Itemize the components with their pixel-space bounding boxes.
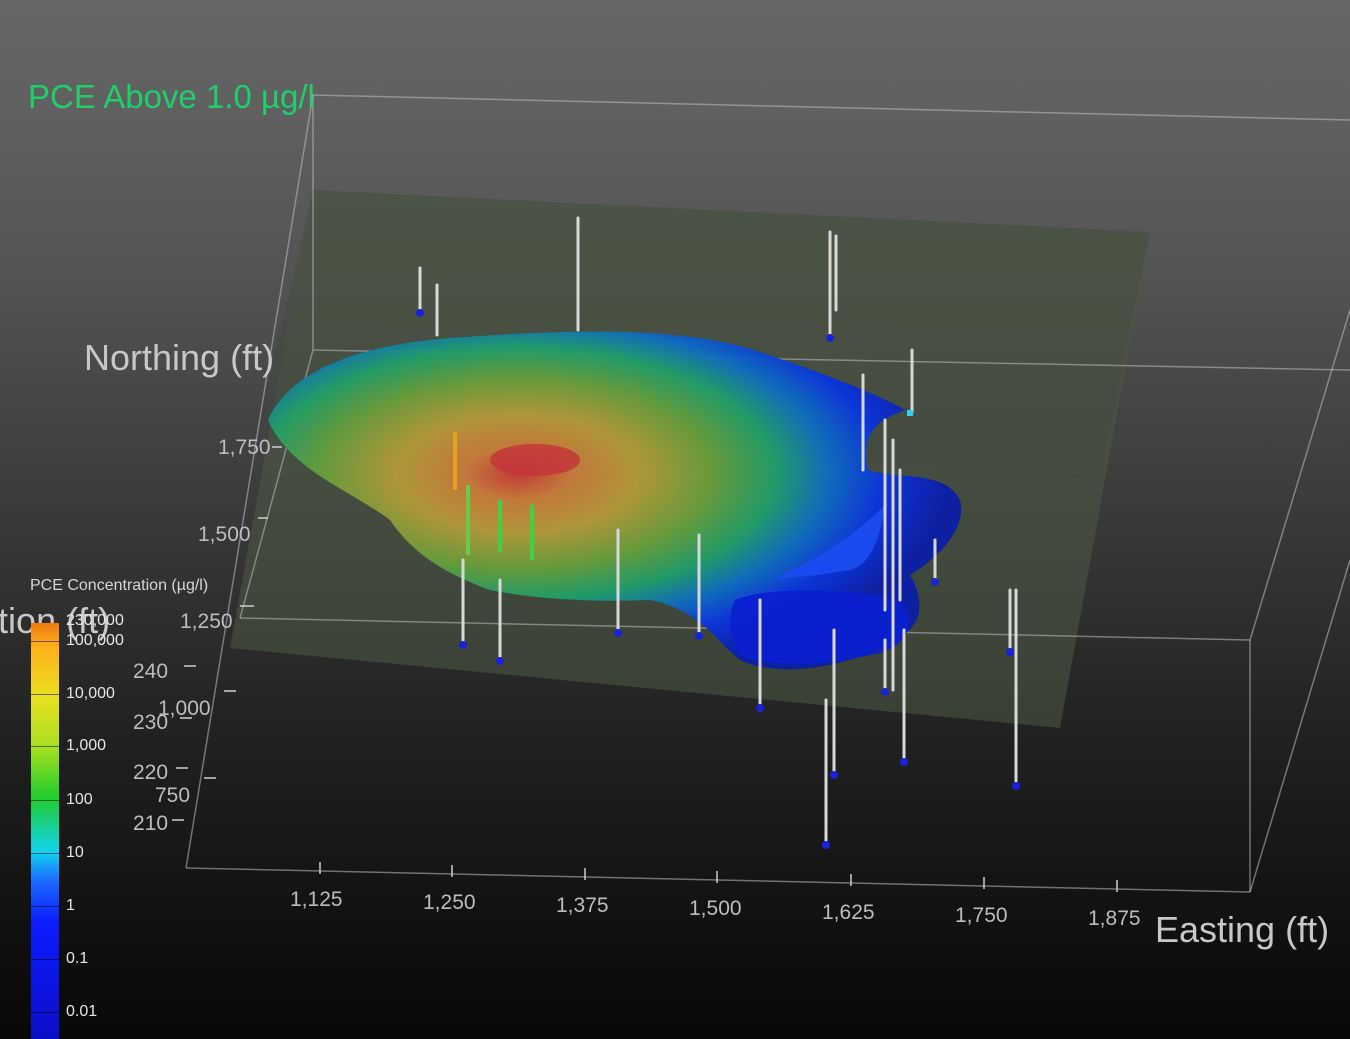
legend-tick xyxy=(31,906,59,907)
legend-tick xyxy=(31,1012,59,1013)
legend-label: 10,000 xyxy=(66,685,115,702)
z-tick-labels: 210 220 230 240 xyxy=(133,660,168,835)
legend-label: 100,000 xyxy=(66,632,124,649)
z-tick-label: 210 xyxy=(133,812,168,835)
x-tick-label: 1,375 xyxy=(556,894,609,917)
legend-label: 0.01 xyxy=(66,1003,98,1020)
x-axis-ticks xyxy=(319,862,1118,892)
northing-axis-title: Northing (ft) xyxy=(84,337,274,378)
x-tick-label: 1,625 xyxy=(822,901,875,924)
y-tick-label: 750 xyxy=(155,784,190,807)
z-tick-label: 230 xyxy=(133,711,168,734)
y-tick-label: 1,250 xyxy=(180,610,233,633)
z-tick-label: 240 xyxy=(133,660,168,683)
legend-label: 10 xyxy=(66,844,84,861)
x-tick-label: 1,750 xyxy=(955,904,1008,927)
color-scale-bar xyxy=(31,623,59,1039)
easting-axis-title: Easting (ft) xyxy=(1155,909,1329,950)
legend-tick xyxy=(31,746,59,747)
x-tick-label: 1,250 xyxy=(423,891,476,914)
x-tick-label: 1,500 xyxy=(689,897,742,920)
y-tick-label: 1,750 xyxy=(218,436,271,459)
chart-title: PCE Above 1.0 µg/l xyxy=(28,78,315,115)
z-tick-label: 220 xyxy=(133,761,168,784)
y-tick-label: 1,500 xyxy=(198,523,251,546)
plume-core xyxy=(490,444,580,476)
x-tick-label: 1,875 xyxy=(1088,907,1141,930)
legend-label: 100 xyxy=(66,791,93,808)
legend-label: 230,000 xyxy=(66,612,124,629)
x-tick-labels: 1,125 1,250 1,375 1,500 1,625 1,750 1,87… xyxy=(290,888,1141,930)
legend-label: 1,000 xyxy=(66,737,107,754)
plume-3d-plot: Northing (ft) Easting (ft) Elevation (ft… xyxy=(0,94,1350,950)
legend-tick xyxy=(31,694,59,695)
legend-tick xyxy=(31,959,59,960)
legend-tick xyxy=(31,800,59,801)
legend-tick xyxy=(31,641,59,642)
legend-label: 0.1 xyxy=(66,950,89,967)
legend-label: 1 xyxy=(66,897,75,914)
3d-plume-viewport[interactable]: Northing (ft) Easting (ft) Elevation (ft… xyxy=(0,0,1350,1039)
legend-title: PCE Concentration (µg/l) xyxy=(30,577,209,594)
x-tick-label: 1,125 xyxy=(290,888,343,911)
legend-tick xyxy=(31,853,59,854)
